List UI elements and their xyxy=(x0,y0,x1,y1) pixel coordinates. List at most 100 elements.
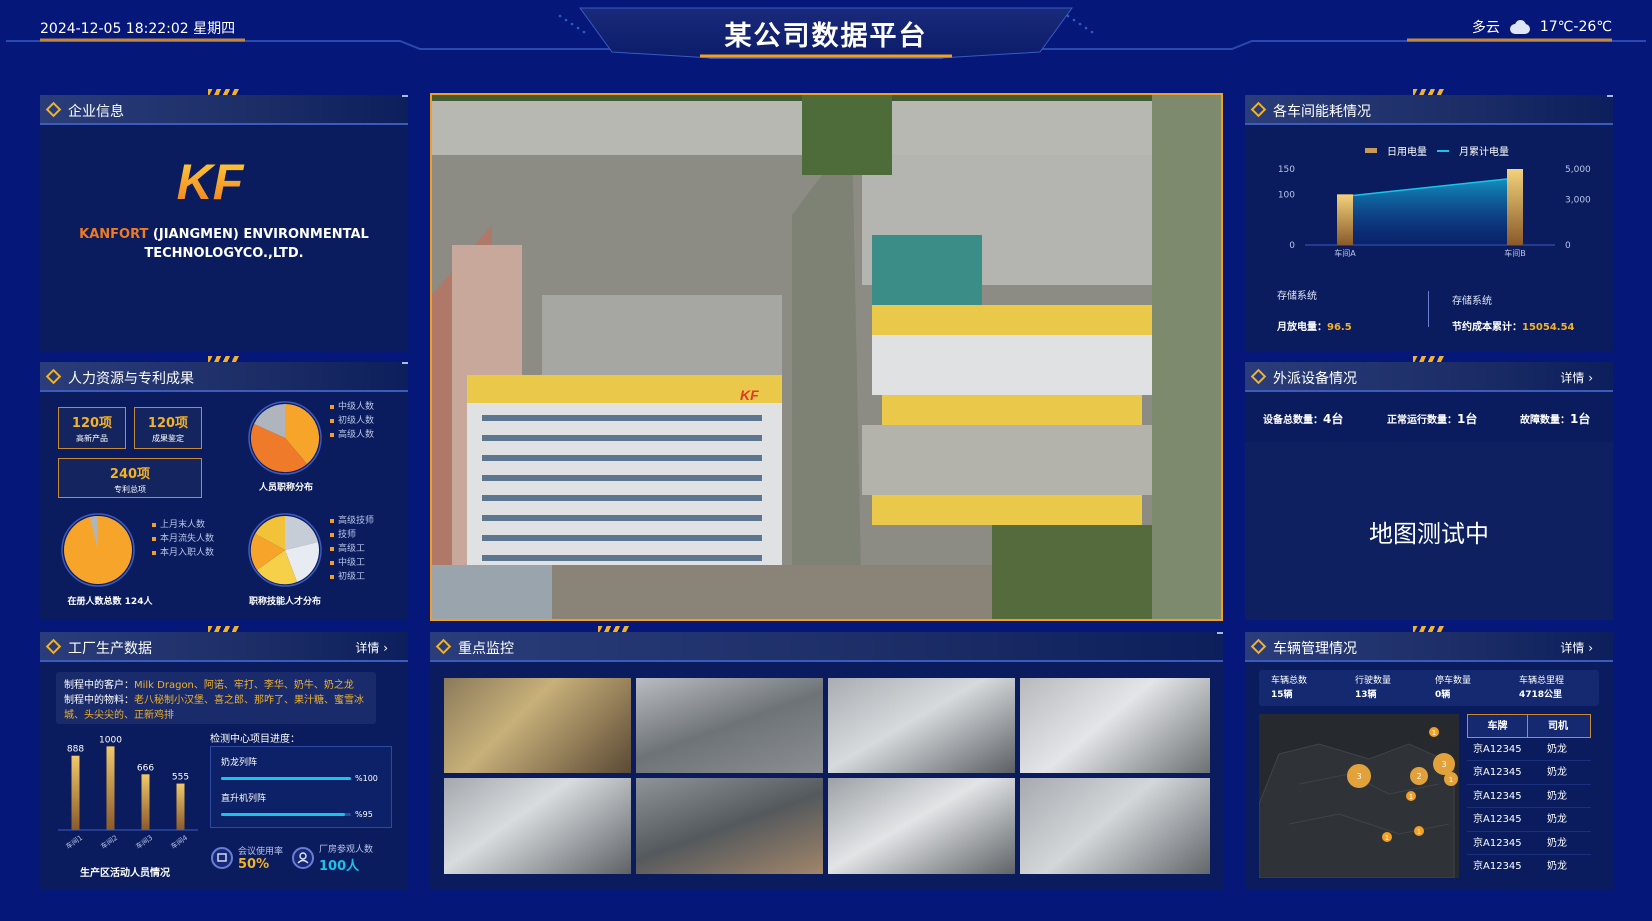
camera-feed-3[interactable] xyxy=(828,678,1015,773)
svg-text:1: 1 xyxy=(1432,729,1436,737)
weather-widget: 多云 17℃-26℃ xyxy=(1472,17,1612,37)
cost-saving: 节约成本累计：15054.54 xyxy=(1452,318,1575,333)
tick-label: 车间2 xyxy=(99,833,119,851)
kpi-row: 会议使用率 50% 厂房参观人数 100人 xyxy=(210,842,373,874)
map-cluster[interactable]: 2 xyxy=(1410,767,1428,785)
device-fault: 故障数量：1台 xyxy=(1520,410,1590,427)
pie-chart-titles xyxy=(248,401,322,475)
map-cluster[interactable]: 1 xyxy=(1429,727,1439,737)
vehicle-stat: 车辆总里程 4718公里 xyxy=(1519,674,1564,702)
camera-feed-1[interactable] xyxy=(444,678,631,773)
progress-track xyxy=(221,813,351,816)
vehicle-map[interactable]: 1 3 3 2 1 1 1 1 xyxy=(1259,714,1459,878)
plate-cell: 京A12345 xyxy=(1473,861,1522,872)
x-tick-label: 车间B xyxy=(1504,248,1526,258)
table-row[interactable]: 京A12345 奶龙 xyxy=(1467,738,1591,761)
stat-key: 设备总数量： xyxy=(1263,415,1323,426)
y-tick-left: 0 xyxy=(1289,241,1295,251)
panel-header: 各车间能耗情况 xyxy=(1245,89,1613,125)
diamond-icon xyxy=(45,101,62,118)
corner-cap xyxy=(1607,95,1613,97)
legend-bar-swatch xyxy=(1365,148,1377,153)
pie-label: 职称技能人才分布 xyxy=(248,597,321,607)
map-cluster[interactable]: 1 xyxy=(1406,791,1416,801)
y-tick-right: 0 xyxy=(1565,241,1571,251)
stat-key: 正常运行数量： xyxy=(1387,415,1457,426)
camera-feed-8[interactable] xyxy=(1020,778,1210,874)
camera-feed-5[interactable] xyxy=(444,778,631,874)
legend-text: 月累计电量 xyxy=(1459,147,1509,158)
cloud-icon xyxy=(1508,20,1532,34)
camera-feed-4[interactable] xyxy=(1020,678,1210,773)
map-cluster[interactable]: 1 xyxy=(1414,826,1424,836)
stat-key: 停车数量 xyxy=(1435,676,1472,686)
stat-value: 1台 xyxy=(1570,412,1591,426)
panel-title: 工厂生产数据 xyxy=(68,641,152,657)
tick-label: 车间1 xyxy=(64,833,84,851)
storage-label-1: 存储系统 xyxy=(1277,291,1317,302)
stat-label: 高新产品 xyxy=(76,434,108,443)
diamond-icon xyxy=(45,638,62,655)
panel-title: 车辆管理情况 xyxy=(1273,641,1357,657)
stat-box-products: 120项 高新产品 xyxy=(58,407,126,449)
y-tick-left: 100 xyxy=(1278,190,1295,200)
legend-text: 高级人数 xyxy=(338,430,375,440)
progress-box: 奶龙列阵 %100 直升机列阵 %95 xyxy=(210,746,392,828)
factory-details-link[interactable]: 详情 › xyxy=(355,639,388,656)
legend-item: 初级工 xyxy=(330,570,374,584)
map-cluster[interactable]: 3 xyxy=(1347,764,1371,788)
stat-key: 行驶数量 xyxy=(1355,676,1392,686)
stat-key: 节约成本累计： xyxy=(1452,322,1522,333)
tick-label: 车间4 xyxy=(169,833,190,851)
devices-details-link[interactable]: 详情 › xyxy=(1560,369,1593,386)
x-tick-label: 车间A xyxy=(1334,248,1356,258)
table-row[interactable]: 京A12345 奶龙 xyxy=(1467,855,1591,878)
divider xyxy=(1428,291,1429,327)
decor-stripes xyxy=(1413,626,1445,632)
corner-cap xyxy=(1217,632,1223,634)
bar xyxy=(71,755,80,830)
enterprise-panel: 企业信息 KF KANFORT (JIANGMEN) ENVIRONMENTAL… xyxy=(40,89,408,351)
progress-fill xyxy=(221,777,351,780)
progress-pct: %95 xyxy=(355,810,373,819)
visitor-label: 厂房参观人数 xyxy=(319,845,374,855)
stat-box-patents: 240项 专利总项 xyxy=(58,458,202,498)
pie-chart-headcount xyxy=(61,513,135,587)
camera-feed-6[interactable] xyxy=(636,778,823,874)
panel-header: 工厂生产数据 详情 › xyxy=(40,626,408,662)
stat-key: 车辆总里程 xyxy=(1519,676,1565,686)
data-label: 666 xyxy=(137,763,154,773)
production-bar-chart: 888 车间1 1000 车间2 666 车间3 555 车间4 xyxy=(58,735,198,851)
bar xyxy=(176,783,185,830)
bar xyxy=(141,774,150,830)
camera-feed-2[interactable] xyxy=(636,678,823,773)
map-cluster[interactable]: 3 xyxy=(1433,753,1455,775)
legend-text: 初级人数 xyxy=(338,416,375,426)
meeting-kpi: 会议使用率 50% xyxy=(210,842,283,874)
legend-item: 本月入职人数 xyxy=(152,546,214,560)
svg-text:1: 1 xyxy=(1449,776,1453,784)
table-row[interactable]: 京A12345 奶龙 xyxy=(1467,761,1591,785)
y-tick-right: 5,000 xyxy=(1565,165,1591,175)
decor-stripes xyxy=(598,626,630,632)
vehicles-details-link[interactable]: 详情 › xyxy=(1560,639,1593,656)
panel-header: 外派设备情况 详情 › xyxy=(1245,356,1613,392)
decor-stripes xyxy=(208,89,240,95)
map-cluster[interactable]: 1 xyxy=(1382,832,1392,842)
table-row[interactable]: 京A12345 奶龙 xyxy=(1467,785,1591,808)
factory-info-box: 制程中的客户：Milk Dragon、阿诺、牢打、李华、奶牛、奶之龙 制程中的物… xyxy=(56,672,376,724)
device-running: 正常运行数量：1台 xyxy=(1387,410,1477,427)
vehicles-panel: 车辆管理情况 详情 › 车辆总数 15辆 行驶数量 13辆 停车数量 0辆 车辆总里程… xyxy=(1245,626,1613,890)
company-name-line2: TECHNOLOGYCO.,LTD. xyxy=(144,246,304,261)
diamond-icon xyxy=(1250,368,1267,385)
stat-box-appraisal: 120项 成果鉴定 xyxy=(134,407,202,449)
visitor-value: 100人 xyxy=(319,859,360,874)
map-cluster[interactable]: 1 xyxy=(1444,772,1458,786)
map-placeholder-text: 地图测试中 xyxy=(1369,520,1489,548)
vehicle-stat: 行驶数量 13辆 xyxy=(1355,674,1391,702)
table-row[interactable]: 京A12345 奶龙 xyxy=(1467,808,1591,832)
table-row[interactable]: 京A12345 奶龙 xyxy=(1467,832,1591,855)
plate-cell: 京A12345 xyxy=(1473,767,1522,778)
legend-item: 高级人数 xyxy=(330,428,374,442)
camera-feed-7[interactable] xyxy=(828,778,1015,874)
